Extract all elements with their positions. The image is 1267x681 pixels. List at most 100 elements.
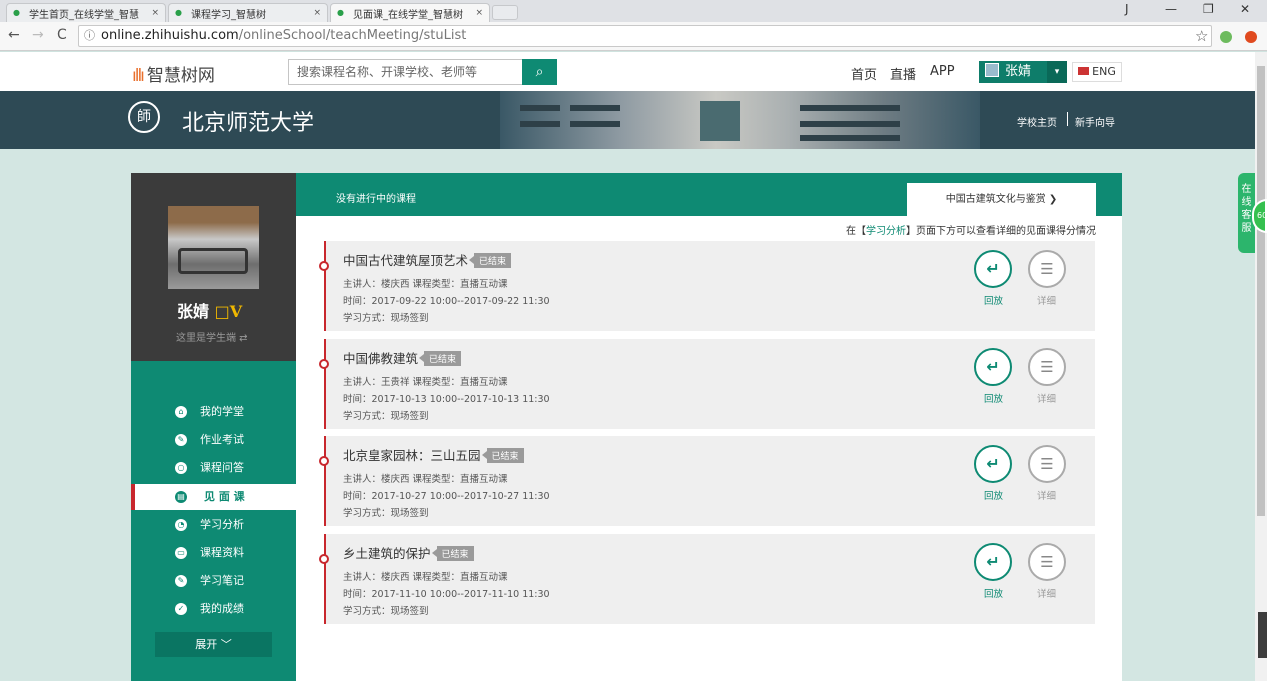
- meeting-card: 中国古代建筑屋顶艺术 已结束 主讲人：楼庆西 课程类型：直播互动课 时间：2017…: [319, 241, 1095, 331]
- chevron-down-icon: ▾: [1047, 61, 1067, 83]
- meeting-time: 时间：2017-09-22 10:00--2017-09-22 11:30: [343, 296, 550, 307]
- replay-button[interactable]: ↵: [974, 445, 1012, 483]
- nav-home-link[interactable]: 首页: [851, 64, 877, 83]
- expand-button[interactable]: 展开 ﹀: [155, 632, 272, 657]
- close-tab-icon[interactable]: ×: [475, 8, 483, 18]
- avatar: [985, 63, 999, 77]
- replay-button[interactable]: ↵: [974, 543, 1012, 581]
- user-name: 张婧: [1005, 64, 1032, 79]
- sidebar-item-grades[interactable]: ✓ 我的成绩: [131, 596, 296, 622]
- sidebar-item-label: 见 面 课: [204, 490, 245, 503]
- sidebar-item-materials[interactable]: ▭ 课程资料: [131, 540, 296, 566]
- meeting-time: 时间：2017-10-13 10:00--2017-10-13 11:30: [343, 394, 550, 405]
- detail-label[interactable]: 详细: [1037, 488, 1056, 502]
- search-button[interactable]: ⌕: [522, 59, 557, 85]
- restore-icon[interactable]: ❐: [1203, 2, 1214, 16]
- course-select[interactable]: 中国古建筑文化与鉴赏 ❯: [907, 183, 1096, 216]
- meeting-lecturer: 主讲人：楼庆西 课程类型：直播互动课: [343, 572, 508, 583]
- guide-link[interactable]: 新手向导: [1075, 114, 1115, 129]
- tab-title: 学生首页_在线学堂_智慧: [29, 9, 139, 21]
- replay-label[interactable]: 回放: [984, 488, 1003, 502]
- detail-label[interactable]: 详细: [1037, 586, 1056, 600]
- url-host: online.zhihuishu.com: [101, 28, 239, 43]
- sidebar-item-notes[interactable]: ✎ 学习笔记: [131, 568, 296, 594]
- search-input[interactable]: 搜索课程名称、开课学校、老师等: [288, 59, 523, 85]
- forward-icon[interactable]: →: [32, 27, 44, 43]
- role-switch[interactable]: 这里是学生端 ⇄: [176, 329, 248, 344]
- home-icon: ⌂: [175, 406, 187, 418]
- status-badge: 已结束: [431, 546, 474, 561]
- language-label: ENG: [1092, 65, 1116, 78]
- meeting-card: 北京皇家园林：三山五园 已结束 主讲人：楼庆西 课程类型：直播互动课 时间：201…: [319, 436, 1095, 526]
- bookmark-star-icon[interactable]: ☆: [1195, 27, 1208, 45]
- language-switch-button[interactable]: ENG: [1072, 62, 1122, 82]
- meeting-card: 乡土建筑的保护 已结束 主讲人：楼庆西 课程类型：直播互动课 时间：2017-11…: [319, 534, 1095, 624]
- uk-flag-icon: [1078, 67, 1090, 75]
- nav-live-link[interactable]: 直播: [890, 64, 916, 83]
- sidebar-item-my-class[interactable]: ⌂ 我的学堂: [131, 399, 296, 425]
- timeline-dot: [319, 456, 329, 466]
- replay-icon: ↵: [986, 454, 1000, 473]
- tab-title: 见面课_在线学堂_智慧树: [353, 9, 463, 21]
- replay-label[interactable]: 回放: [984, 586, 1003, 600]
- site-info-icon[interactable]: ⓘ: [84, 26, 95, 46]
- detail-button[interactable]: ☰: [1028, 348, 1066, 386]
- meeting-title-text: 乡土建筑的保护: [343, 546, 431, 561]
- sidebar-item-homework[interactable]: ✎ 作业考试: [131, 427, 296, 453]
- no-course-text: 没有进行中的课程: [336, 194, 416, 205]
- browser-tab[interactable]: ● 学生首页_在线学堂_智慧 ×: [6, 3, 166, 22]
- meeting-icon: ▤: [175, 491, 187, 503]
- search-icon: ⌕: [535, 64, 544, 80]
- replay-label[interactable]: 回放: [984, 391, 1003, 405]
- extension-icon[interactable]: [1245, 31, 1257, 43]
- profile-photo[interactable]: [168, 206, 259, 289]
- url-field[interactable]: ⓘ online.zhihuishu.com/onlineSchool/teac…: [78, 25, 1212, 47]
- meeting-title-text: 中国佛教建筑: [343, 351, 419, 366]
- university-seal-icon: 師: [128, 101, 160, 133]
- close-window-icon[interactable]: ✕: [1240, 2, 1250, 16]
- school-home-link[interactable]: 学校主页: [1017, 114, 1057, 129]
- material-icon: ▭: [175, 547, 187, 559]
- replay-label[interactable]: 回放: [984, 293, 1003, 307]
- site-logo[interactable]: ıllı 智慧树网: [132, 61, 215, 86]
- chat-icon: ○: [175, 462, 187, 474]
- back-icon[interactable]: ←: [8, 27, 20, 43]
- profile-initial[interactable]: J: [1125, 2, 1129, 16]
- sidebar-item-meeting[interactable]: ▤ 见 面 课: [131, 484, 296, 510]
- list-icon: ☰: [1040, 260, 1054, 278]
- status-badge: 已结束: [419, 351, 462, 366]
- detail-label[interactable]: 详细: [1037, 293, 1056, 307]
- extension-icon[interactable]: [1220, 31, 1232, 43]
- user-menu-button[interactable]: 张婧 ▾: [979, 61, 1067, 83]
- detail-button[interactable]: ☰: [1028, 543, 1066, 581]
- browser-tab-active[interactable]: ● 见面课_在线学堂_智慧树 ×: [330, 3, 490, 22]
- reload-icon[interactable]: C: [57, 27, 67, 43]
- close-tab-icon[interactable]: ×: [151, 8, 159, 18]
- replay-button[interactable]: ↵: [974, 348, 1012, 386]
- favicon-icon: ●: [13, 8, 20, 17]
- list-icon: ☰: [1040, 455, 1054, 473]
- sidebar-item-analysis[interactable]: ◔ 学习分析: [131, 512, 296, 538]
- grade-icon: ✓: [175, 603, 187, 615]
- replay-button[interactable]: ↵: [974, 250, 1012, 288]
- detail-label[interactable]: 详细: [1037, 391, 1056, 405]
- meeting-method: 学习方式：现场签到: [343, 411, 429, 422]
- scrollbar-thumb[interactable]: [1257, 66, 1265, 516]
- nav-app-link[interactable]: APP: [930, 64, 955, 79]
- sidebar-item-label: 学习笔记: [200, 574, 244, 587]
- close-tab-icon[interactable]: ×: [313, 8, 321, 18]
- analysis-link[interactable]: 学习分析: [866, 226, 906, 237]
- replay-icon: ↵: [986, 552, 1000, 571]
- side-widget[interactable]: [1258, 612, 1267, 658]
- list-icon: ☰: [1040, 358, 1054, 376]
- new-tab-button[interactable]: [492, 5, 518, 20]
- browser-tab[interactable]: ● 课程学习_智慧树 ×: [168, 3, 328, 22]
- minimize-icon[interactable]: —: [1165, 2, 1177, 16]
- status-badge: 已结束: [481, 448, 524, 463]
- sidebar-item-label: 课程问答: [200, 461, 244, 474]
- analysis-hint: 在【学习分析】页面下方可以查看详细的见面课得分情况: [846, 222, 1096, 237]
- detail-button[interactable]: ☰: [1028, 445, 1066, 483]
- detail-button[interactable]: ☰: [1028, 250, 1066, 288]
- meeting-time: 时间：2017-11-10 10:00--2017-11-10 11:30: [343, 589, 550, 600]
- sidebar-item-qa[interactable]: ○ 课程问答: [131, 455, 296, 481]
